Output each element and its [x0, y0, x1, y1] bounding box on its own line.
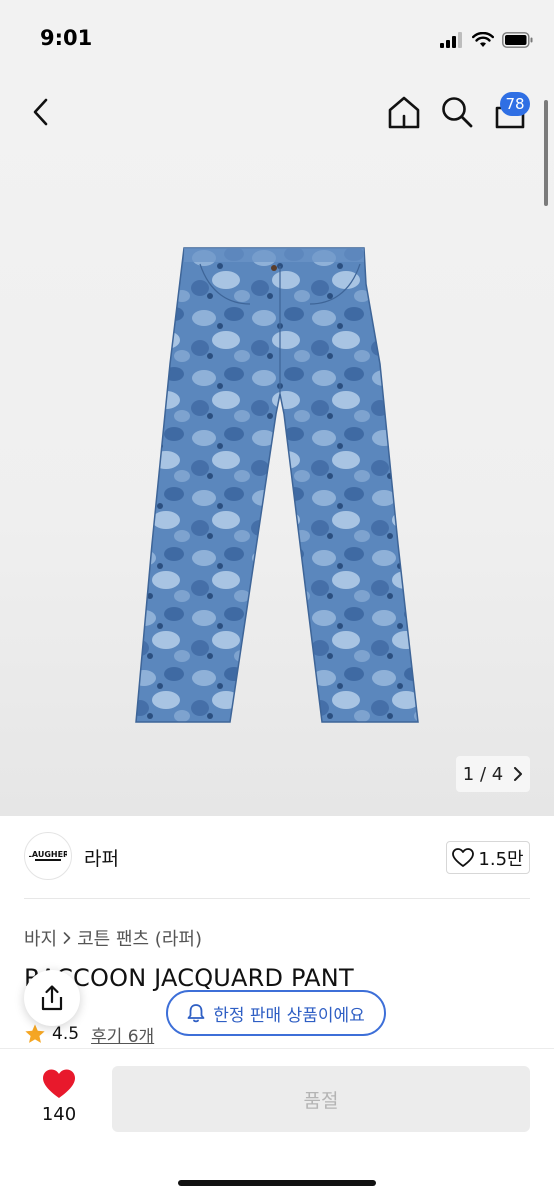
sold-out-button[interactable]: 품절 [112, 1066, 530, 1132]
product-image [135, 247, 419, 723]
page-indicator: 1 / 4 [462, 763, 504, 785]
breadcrumb: 바지 코튼 팬츠 (라퍼) [24, 925, 202, 951]
rating-row: 4.5 후기 6개 [24, 1022, 154, 1047]
limited-sale-notice: 한정 판매 상품이에요 [166, 990, 386, 1036]
chevron-right-icon [63, 932, 71, 944]
rating-score: 4.5 [52, 1024, 80, 1044]
brand-row: LAUGHER 라퍼 1.5만 [24, 832, 530, 882]
share-button[interactable] [24, 970, 80, 1026]
gallery-pager[interactable]: 1 / 4 [456, 756, 530, 792]
review-link[interactable]: 후기 6개 [91, 1022, 154, 1047]
wish-count: 140 [41, 1104, 77, 1125]
battery-icon [502, 32, 533, 48]
limited-sale-label: 한정 판매 상품이에요 [213, 1005, 365, 1026]
brand-like-button[interactable]: 1.5만 [446, 841, 530, 874]
home-icon[interactable] [384, 92, 424, 132]
back-arrow-icon[interactable] [26, 96, 58, 128]
home-indicator [178, 1180, 376, 1186]
breadcrumb-category[interactable]: 바지 [24, 925, 57, 951]
heart-outline-icon [452, 847, 475, 867]
search-icon[interactable] [437, 92, 477, 132]
share-icon [41, 985, 63, 1011]
brand-logo[interactable]: LAUGHER [24, 832, 72, 880]
wifi-icon [472, 32, 494, 47]
brand-name[interactable]: 라퍼 [84, 844, 119, 871]
brand-like-count: 1.5만 [478, 848, 524, 870]
status-bar: 9:01 [0, 0, 554, 80]
status-icons [440, 30, 534, 50]
bell-icon [187, 1004, 205, 1023]
divider [24, 898, 530, 899]
status-time: 9:01 [40, 26, 93, 50]
chevron-right-icon [514, 767, 523, 781]
brand-logo-mark: LAUGHER [29, 850, 67, 861]
star-icon [25, 1024, 45, 1043]
breadcrumb-subcategory[interactable]: 코튼 팬츠 (라퍼) [77, 925, 202, 951]
svg-text:LAUGHER: LAUGHER [29, 850, 67, 859]
scrollbar[interactable] [544, 100, 548, 206]
heart-filled-icon[interactable] [42, 1068, 76, 1100]
signal-icon [440, 32, 462, 48]
cart-count-badge: 78 [500, 92, 530, 116]
